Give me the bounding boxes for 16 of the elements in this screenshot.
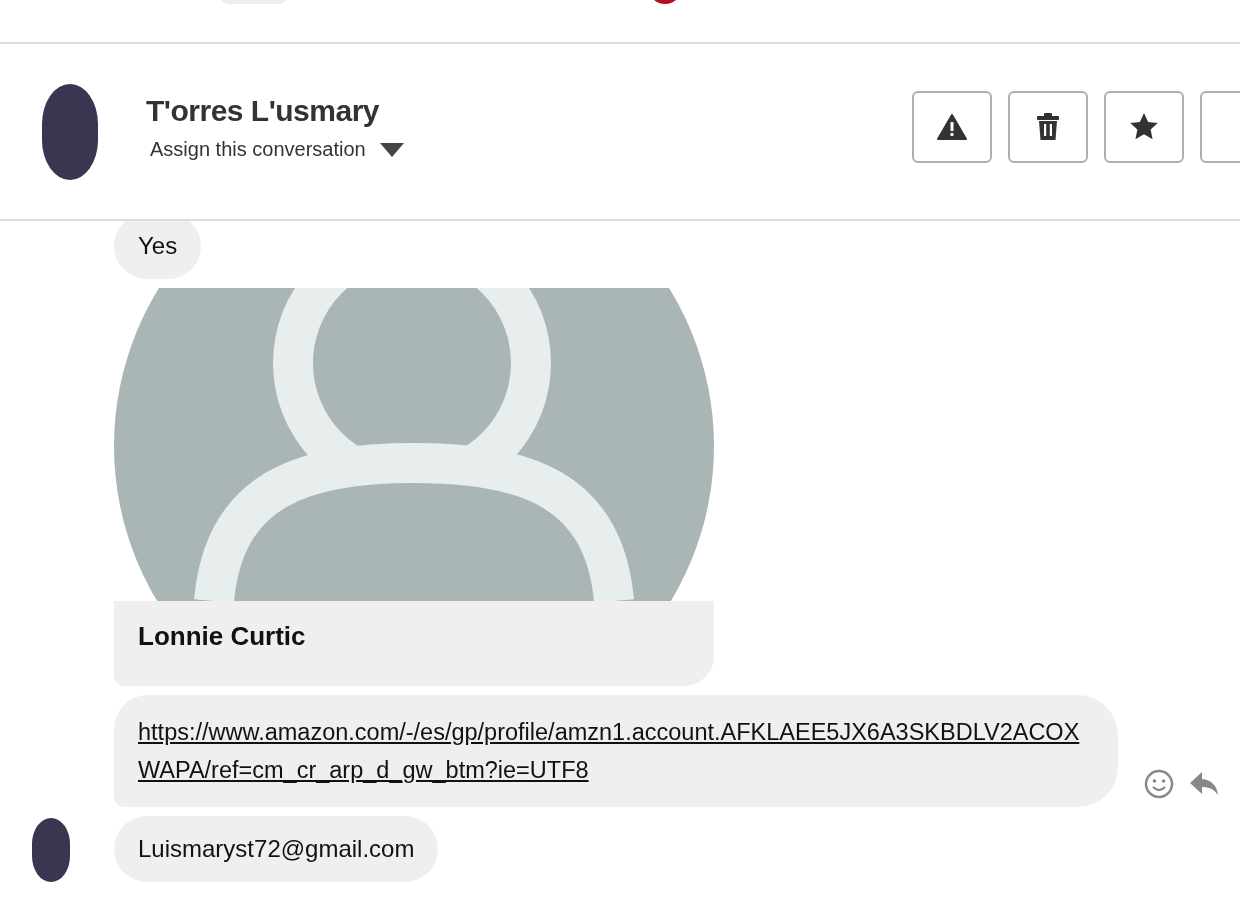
caret-icon: [379, 142, 404, 157]
reply-icon[interactable]: [1190, 772, 1218, 796]
report-button[interactable]: [912, 90, 992, 163]
contact-card[interactable]: Lonnie Curtic: [114, 288, 714, 686]
assign-dropdown[interactable]: Assign this conversation: [146, 138, 404, 161]
message-bubble: Luismaryst72@gmail.com: [114, 816, 439, 882]
contact-card-name: Lonnie Curtic: [137, 620, 307, 653]
warning-icon: [937, 113, 967, 140]
star-icon: [1130, 113, 1158, 140]
trash-icon: [1036, 112, 1060, 141]
message-bubble: Yes: [114, 221, 202, 279]
contact-name: T'orres L'usmary: [146, 94, 381, 128]
message-link[interactable]: https://www.amazon.com/-/es/gp/profile/amzn1.account.AFKLAEE5JX6A3SKBDLV2ACOXWAPA/ref=cm_cr_arp_d_gw_btm?ie=UTF8: [138, 713, 1094, 789]
emoji-icon[interactable]: [1144, 769, 1174, 799]
star-button[interactable]: [1104, 90, 1184, 163]
delete-button[interactable]: [1008, 90, 1088, 163]
